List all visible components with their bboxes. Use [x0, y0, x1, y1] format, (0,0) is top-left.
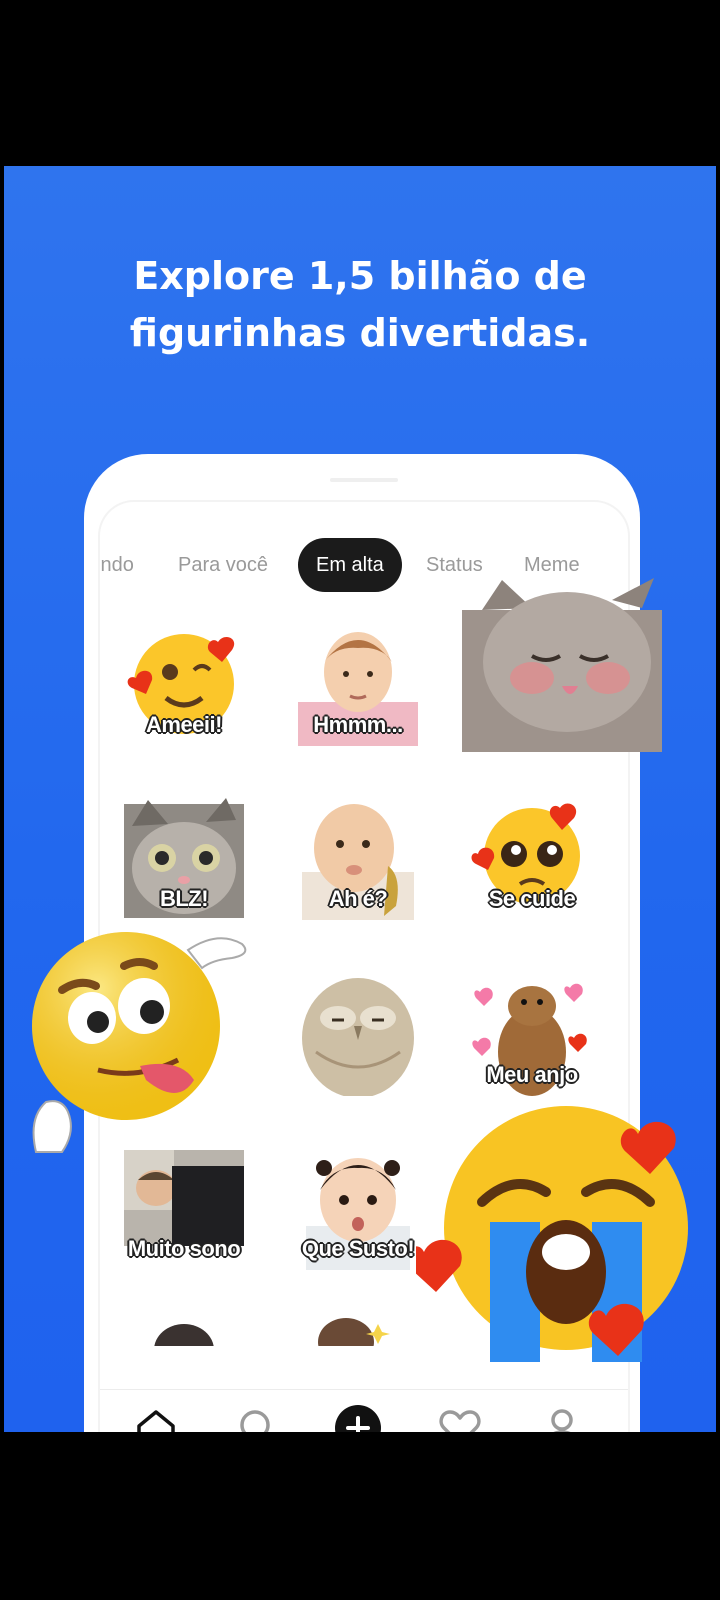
nav-profile[interactable] — [538, 1404, 586, 1432]
sticker-caption: Se cuide — [488, 886, 576, 911]
sticker-caption: Ah é? — [328, 886, 388, 911]
nav-create[interactable] — [334, 1404, 382, 1432]
sticker-partial-1[interactable] — [140, 1320, 264, 1346]
sticker-meu-anjo[interactable]: Meu anjo — [470, 972, 594, 1096]
favorites-icon — [439, 1410, 481, 1432]
sticker-caption: Ameeii! — [146, 712, 222, 737]
search-icon — [240, 1410, 270, 1432]
silly-face-emoji-icon — [32, 932, 247, 1153]
phone-speaker — [330, 478, 398, 482]
person-photo — [154, 1324, 214, 1346]
cat-photo — [462, 578, 662, 752]
floating-cat-sticker — [462, 570, 662, 756]
sticker-caption: Que Susto! — [301, 1236, 415, 1261]
headline-line-2: figurinhas divertidas. — [129, 311, 591, 355]
sticker-se-cuide[interactable]: Se cuide — [470, 796, 594, 920]
nav-home[interactable] — [132, 1404, 180, 1432]
crying-face-emoji-icon — [406, 1106, 688, 1362]
floating-crying-sticker — [406, 1102, 716, 1374]
sticker-caption: Muito sono — [127, 1236, 241, 1261]
sticker-caption: Hmmm... — [313, 712, 403, 737]
headline: Explore 1,5 bilhão de figurinhas diverti… — [4, 248, 716, 362]
sticker-hmmm[interactable]: Hmmm... — [296, 622, 420, 746]
sticker-que-susto[interactable]: Que Susto! — [296, 1146, 420, 1270]
nav-favorites[interactable] — [436, 1404, 484, 1432]
sticker-ah-e[interactable]: Ah é? — [296, 796, 420, 920]
floating-silly-sticker — [28, 920, 258, 1160]
sticker-owl[interactable] — [296, 972, 420, 1098]
add-icon — [335, 1405, 381, 1432]
home-icon — [137, 1410, 175, 1432]
sticker-blz[interactable]: BLZ! — [122, 796, 246, 920]
sticker-ameeii[interactable]: Ameeii! — [122, 622, 246, 746]
tab-trending-partial[interactable]: indo — [100, 538, 134, 592]
profile-icon — [551, 1409, 573, 1432]
sticker-muito-sono[interactable]: Muito sono — [122, 1146, 246, 1270]
sticker-caption: BLZ! — [159, 886, 209, 911]
tab-for-you[interactable]: Para você — [178, 538, 268, 592]
headline-line-1: Explore 1,5 bilhão de — [133, 254, 587, 298]
nav-search[interactable] — [234, 1404, 282, 1432]
promo-banner: Explore 1,5 bilhão de figurinhas diverti… — [4, 166, 716, 1432]
sticker-caption: Meu anjo — [486, 1062, 578, 1087]
bottom-nav — [100, 1389, 628, 1432]
owl-photo — [302, 978, 414, 1098]
tab-em-alta[interactable]: Em alta — [298, 538, 402, 592]
